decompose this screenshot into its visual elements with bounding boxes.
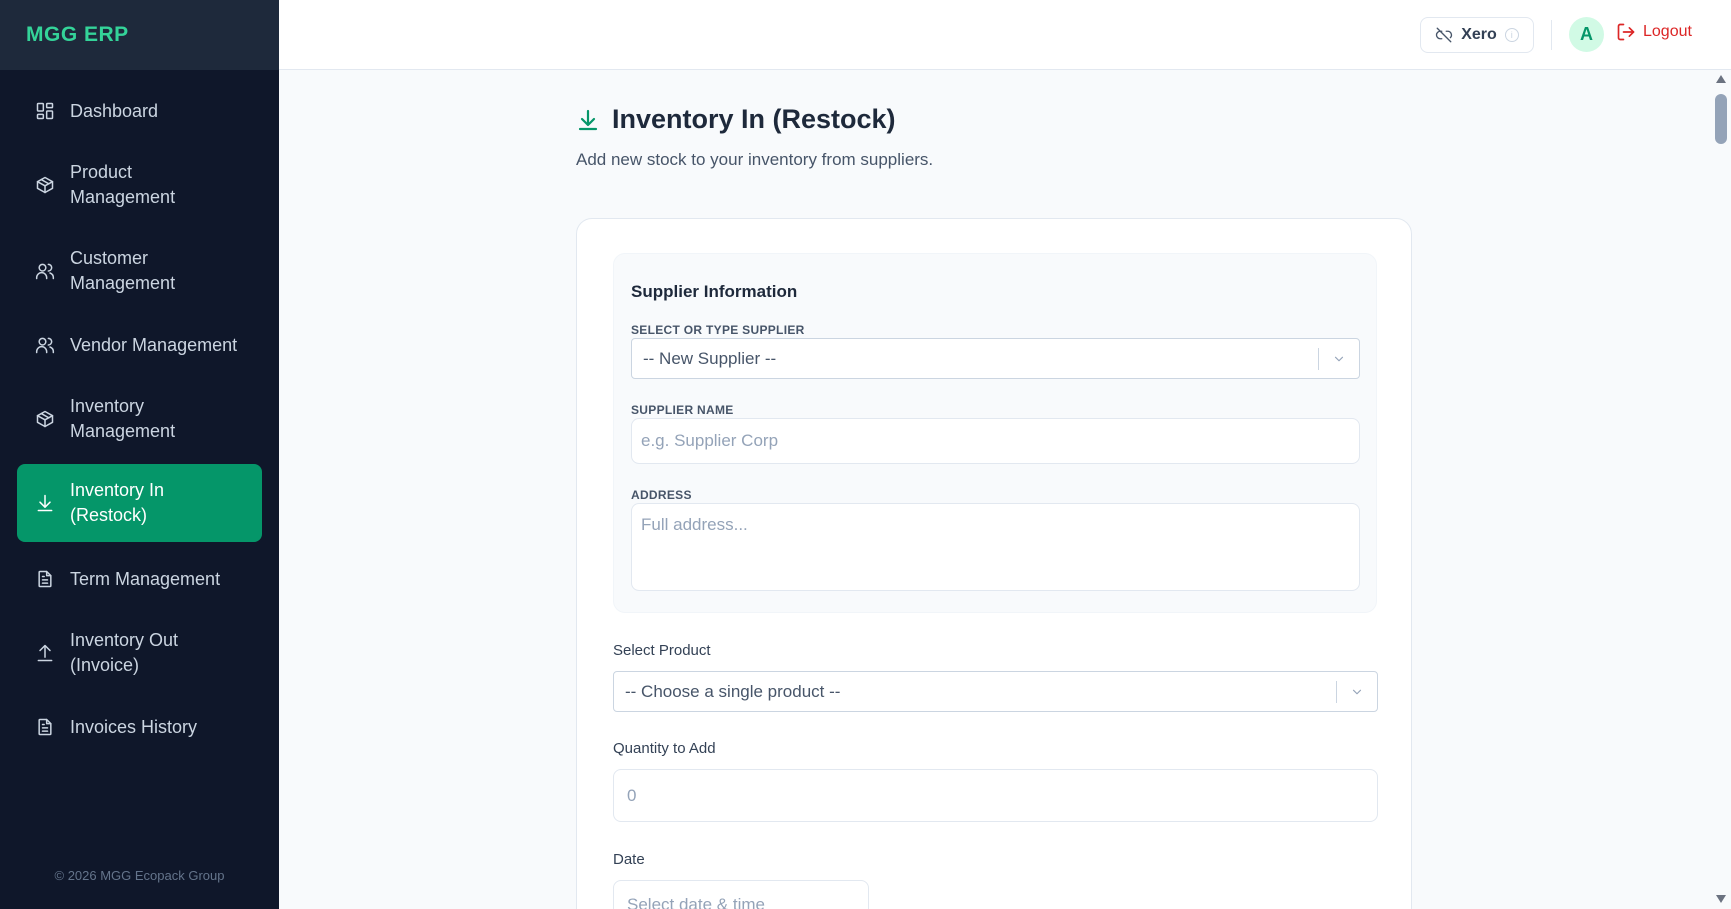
sidebar-item-inventory-in[interactable]: Inventory In (Restock) <box>17 464 262 542</box>
logout-button[interactable]: Logout <box>1616 22 1692 42</box>
xero-label: Xero <box>1461 26 1497 43</box>
select-separator <box>1336 681 1337 703</box>
sidebar-item-product-management[interactable]: Product Management <box>17 142 262 228</box>
supplier-select-value: -- New Supplier -- <box>643 348 777 368</box>
sidebar-item-invoices-history[interactable]: Invoices History <box>17 696 262 758</box>
chevron-down-icon[interactable] <box>1350 684 1364 698</box>
document-icon <box>35 569 55 589</box>
sidebar-item-label: Inventory In (Restock) <box>70 480 165 525</box>
sidebar-item-label: Term Management <box>70 568 221 589</box>
top-bar: Xero i A Logout <box>279 0 1731 70</box>
address-textarea[interactable]: Full address... <box>631 503 1360 591</box>
supplier-select[interactable]: -- New Supplier -- <box>631 338 1360 379</box>
sidebar-item-inventory-out[interactable]: Inventory Out (Invoice) <box>17 610 262 696</box>
page-subtitle: Add new stock to your inventory from sup… <box>576 150 934 169</box>
scrollbar-thumb[interactable] <box>1715 94 1727 144</box>
select-supplier-label: SELECT OR TYPE SUPPLIER <box>631 323 805 337</box>
page-title: Inventory In (Restock) <box>576 104 896 135</box>
sidebar-item-customer-management[interactable]: Customer Management <box>17 228 262 314</box>
supplier-name-input[interactable]: e.g. Supplier Corp <box>631 418 1360 464</box>
supplier-section-title: Supplier Information <box>631 282 798 301</box>
quantity-input[interactable]: 0 <box>613 769 1378 822</box>
sidebar-item-dashboard[interactable]: Dashboard <box>17 80 262 142</box>
chevron-down-icon[interactable] <box>1332 351 1346 365</box>
product-select[interactable]: -- Choose a single product -- <box>613 671 1378 712</box>
sidebar-item-label: Vendor Management <box>70 334 238 355</box>
date-picker-input[interactable]: Select date & time <box>613 880 869 909</box>
box-icon <box>35 175 55 195</box>
dashboard-icon <box>35 101 55 121</box>
scroll-down-arrow-icon[interactable] <box>1716 895 1726 903</box>
page-title-text: Inventory In (Restock) <box>612 104 896 134</box>
product-select-value: -- Choose a single product -- <box>625 681 841 701</box>
sidebar-item-label: Inventory Management <box>70 396 176 441</box>
document-icon <box>35 717 55 737</box>
info-icon: i <box>1504 28 1519 42</box>
copyright-text: © 2026 MGG Ecopack Group <box>54 868 225 883</box>
brand-header: MGG ERP <box>0 0 279 70</box>
address-label: ADDRESS <box>631 488 692 502</box>
sidebar-item-vendor-management[interactable]: Vendor Management <box>17 314 262 376</box>
avatar[interactable]: A <box>1569 17 1604 52</box>
sidebar-item-term-management[interactable]: Term Management <box>17 548 262 610</box>
download-icon <box>578 109 598 130</box>
users-icon <box>35 261 55 281</box>
xero-button[interactable]: Xero i <box>1420 17 1534 53</box>
date-label: Date <box>613 851 645 868</box>
sidebar-item-label: Product Management <box>70 162 176 207</box>
supplier-information-section: Supplier Information SELECT OR TYPE SUPP… <box>613 253 1377 613</box>
quantity-label: Quantity to Add <box>613 740 716 757</box>
main-scrollbar[interactable] <box>1712 70 1731 909</box>
sidebar-item-inventory-management[interactable]: Inventory Management <box>17 376 262 462</box>
supplier-name-label: SUPPLIER NAME <box>631 403 734 417</box>
restock-form-card: Supplier Information SELECT OR TYPE SUPP… <box>576 218 1412 909</box>
sidebar-item-label: Inventory Out (Invoice) <box>70 630 179 675</box>
topbar-divider <box>1551 20 1552 50</box>
brand-logo-text[interactable]: MGG ERP <box>26 23 129 47</box>
scroll-up-arrow-icon[interactable] <box>1716 75 1726 83</box>
logout-label: Logout <box>1643 23 1692 40</box>
upload-icon <box>35 643 55 663</box>
box-icon <box>35 409 55 429</box>
sidebar-item-label: Customer Management <box>70 248 176 293</box>
download-icon <box>35 493 55 513</box>
logout-icon <box>1617 23 1635 41</box>
unlink-icon <box>1436 27 1453 43</box>
sidebar: MGG ERP Dashboard Product Management Cus… <box>0 0 279 909</box>
users-icon <box>35 335 55 355</box>
sidebar-item-label: Invoices History <box>70 716 198 737</box>
sidebar-nav: Dashboard Product Management Customer Ma… <box>0 70 279 758</box>
sidebar-item-label: Dashboard <box>70 100 159 121</box>
select-separator <box>1318 348 1319 370</box>
select-product-label: Select Product <box>613 642 711 659</box>
